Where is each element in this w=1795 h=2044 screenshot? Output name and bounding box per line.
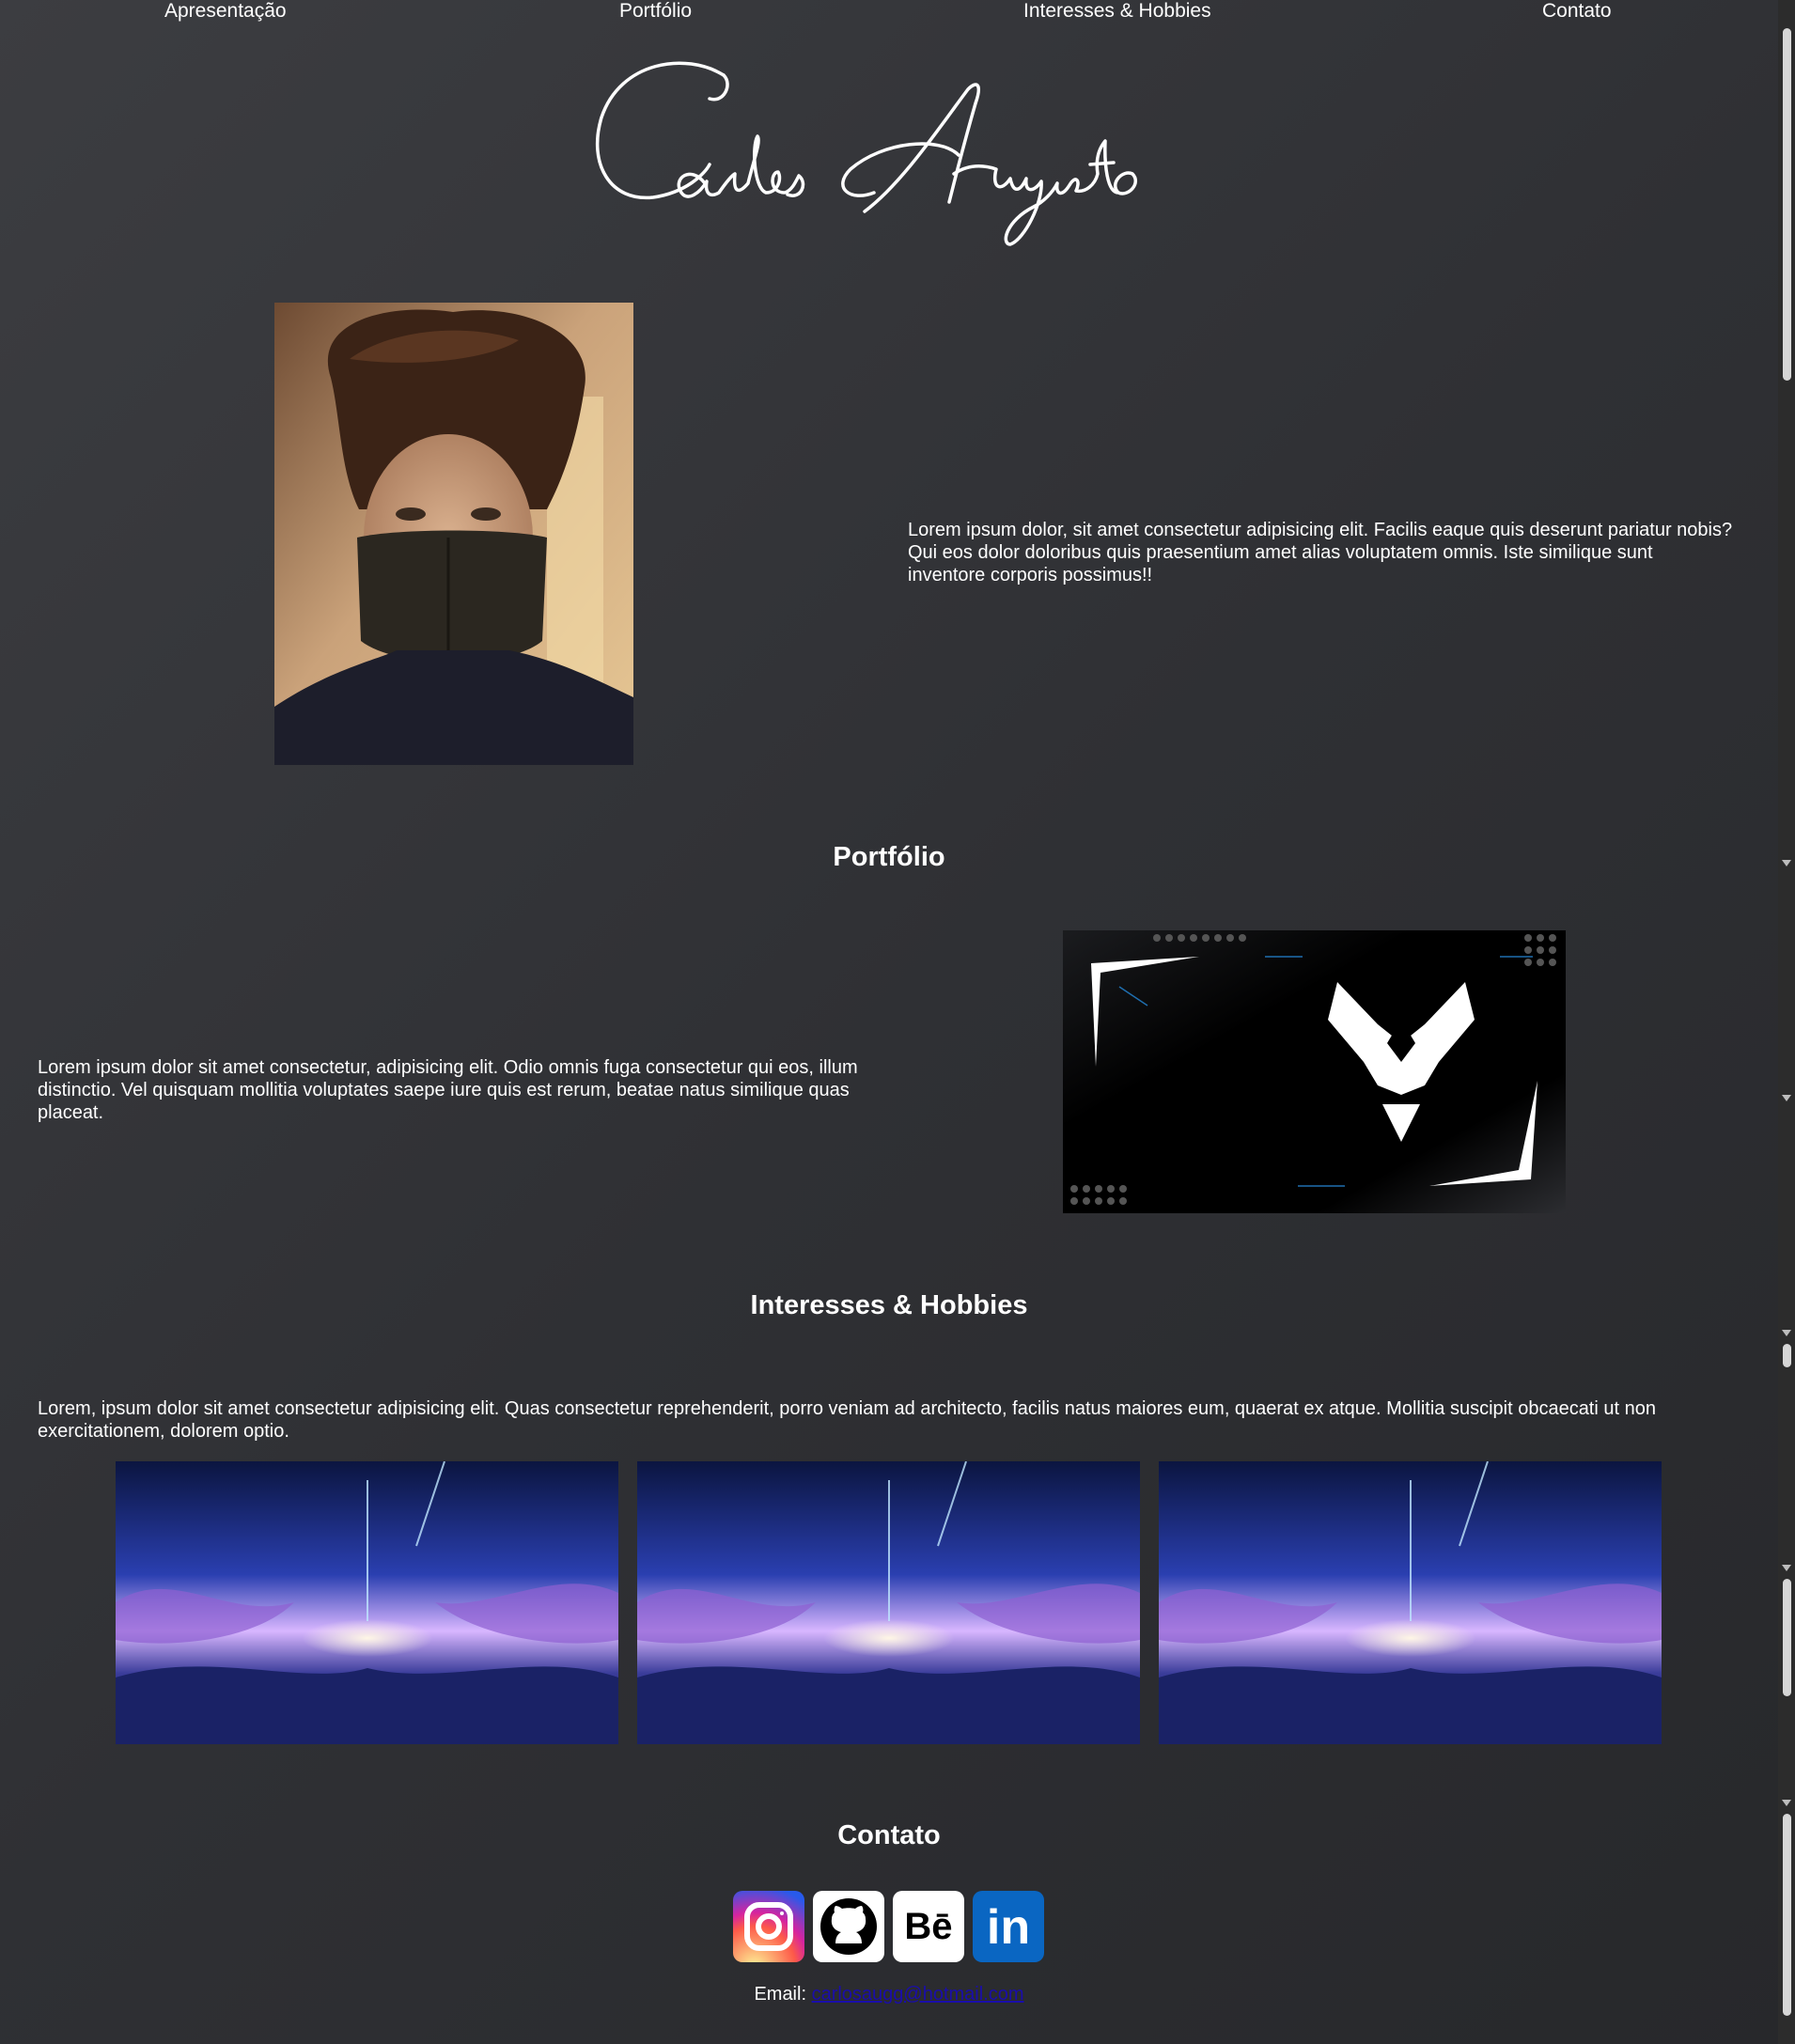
intro-text: Lorem ipsum dolor, sit amet consectetur … <box>908 520 1733 585</box>
email-line: Email: carlosaugg@hotmail.com <box>0 1984 1778 2005</box>
scroll-down-icon[interactable] <box>1782 1330 1791 1336</box>
portfolio-page: Apresentação Portfólio Interesses & Hobb… <box>0 0 1778 2044</box>
scrollbar[interactable] <box>1778 0 1795 2044</box>
linkedin-icon[interactable]: in <box>973 1891 1044 1962</box>
gallery-image <box>637 1461 1140 1744</box>
nav-link-portfolio[interactable]: Portfólio <box>619 0 692 23</box>
nav-link-hobbies[interactable]: Interesses & Hobbies <box>1023 0 1211 23</box>
portfolio-image <box>1063 930 1566 1213</box>
scroll-down-icon[interactable] <box>1782 860 1791 866</box>
section-title-contato: Contato <box>837 1820 941 1850</box>
email-label: Email: <box>754 1984 807 2005</box>
linkedin-label: in <box>986 1900 1031 1955</box>
nav-link-contato[interactable]: Contato <box>1542 0 1612 23</box>
signature-logo <box>583 52 1194 254</box>
scroll-down-icon[interactable] <box>1782 1095 1791 1101</box>
email-link[interactable]: carlosaugg@hotmail.com <box>812 1984 1024 2005</box>
scrollbar-thumb[interactable] <box>1783 1814 1791 2016</box>
scrollbar-thumb[interactable] <box>1783 1344 1791 1367</box>
profile-photo <box>274 303 633 765</box>
scroll-down-icon[interactable] <box>1782 1565 1791 1571</box>
github-icon[interactable] <box>813 1891 884 1962</box>
hobbies-text: Lorem, ipsum dolor sit amet consectetur … <box>38 1398 1656 1442</box>
gallery-image <box>116 1461 618 1744</box>
instagram-icon[interactable] <box>733 1891 804 1962</box>
scrollbar-thumb[interactable] <box>1783 1579 1791 1696</box>
behance-icon[interactable]: Bē <box>893 1891 964 1962</box>
portfolio-text: Lorem ipsum dolor sit amet consectetur, … <box>38 1057 858 1123</box>
behance-label: Bē <box>904 1906 953 1947</box>
nav-link-apresentacao[interactable]: Apresentação <box>164 0 287 23</box>
gallery-image <box>1159 1461 1662 1744</box>
top-nav: Apresentação Portfólio Interesses & Hobb… <box>0 0 1778 28</box>
section-title-hobbies: Interesses & Hobbies <box>750 1290 1028 1320</box>
scroll-down-icon[interactable] <box>1782 1800 1791 1806</box>
section-title-portfolio: Portfólio <box>833 842 945 872</box>
scrollbar-thumb[interactable] <box>1783 28 1791 381</box>
